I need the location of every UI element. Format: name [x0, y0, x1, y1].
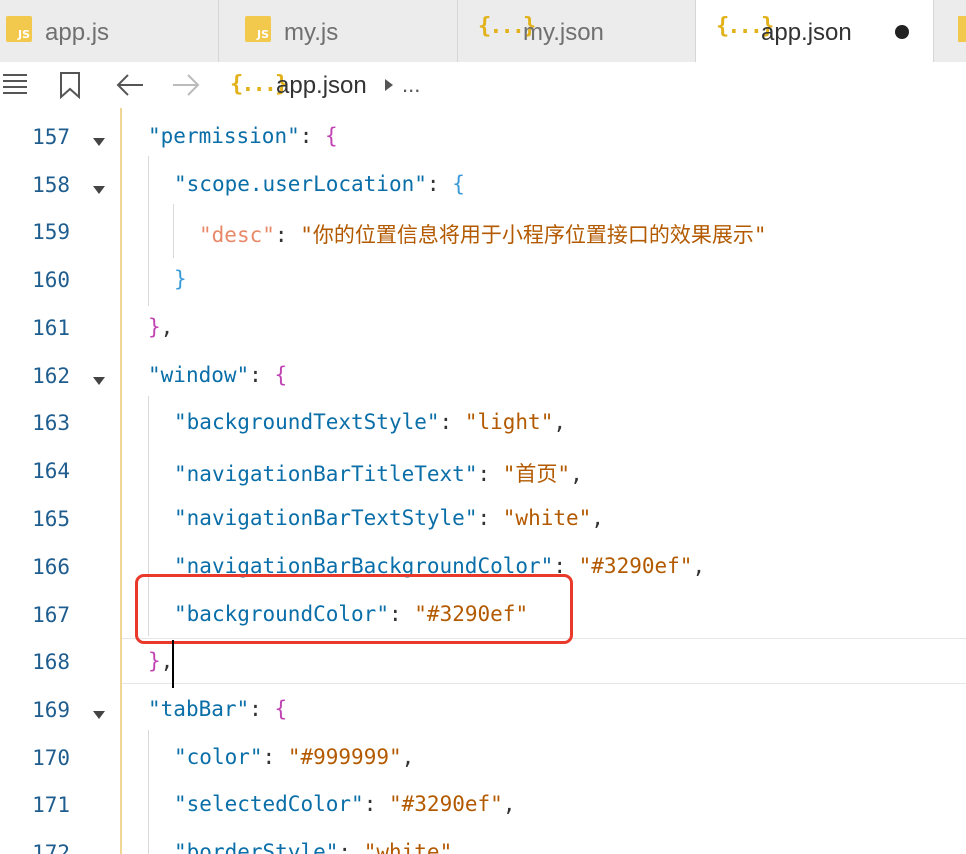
overflow-tab-file-icon[interactable] — [958, 16, 966, 42]
tab-label: my.json — [523, 19, 604, 46]
line-number: 167 — [32, 603, 70, 627]
breadcrumb-file[interactable]: app.json — [276, 72, 367, 100]
tab-my-json[interactable]: {...} my.json — [458, 0, 696, 62]
code-line: 163 "backgroundTextStyle": "light", — [0, 399, 966, 447]
tab-label: app.json — [761, 19, 852, 46]
code-line: 161 }, — [0, 304, 966, 352]
line-number: 169 — [32, 698, 70, 722]
code-text: "window": { — [148, 363, 288, 387]
tab-my-js[interactable]: JS my.js — [219, 0, 458, 62]
breadcrumb-ellipsis[interactable]: ... — [402, 72, 420, 98]
line-number: 171 — [32, 793, 70, 817]
tab-label: my.js — [284, 19, 339, 46]
unsaved-changes-dot-icon[interactable] — [895, 25, 909, 39]
code-text: "tabBar": { — [148, 697, 288, 721]
line-number: 160 — [32, 268, 70, 292]
code-editor[interactable]: 157 "permission": { 158 "scope.userLocat… — [0, 108, 966, 854]
code-text: }, — [148, 649, 174, 673]
fold-chevron-icon[interactable] — [93, 186, 105, 194]
code-line: 160 } — [0, 256, 966, 304]
code-text: "navigationBarTextStyle": "white", — [174, 506, 604, 530]
code-line: 165 "navigationBarTextStyle": "white", — [0, 495, 966, 543]
code-text: "backgroundTextStyle": "light", — [174, 410, 567, 434]
code-line: 171 "selectedColor": "#3290ef", — [0, 781, 966, 829]
code-text: } — [174, 267, 187, 291]
line-number: 172 — [32, 841, 70, 854]
forward-arrow-icon[interactable] — [172, 74, 200, 96]
line-number: 170 — [32, 746, 70, 770]
line-number: 168 — [32, 650, 70, 674]
code-text: }, — [148, 315, 174, 339]
breadcrumb-toolbar: {...} app.json ... — [0, 62, 966, 109]
code-line: 169 "tabBar": { — [0, 686, 966, 734]
line-number: 159 — [32, 220, 70, 244]
fold-chevron-icon[interactable] — [93, 377, 105, 385]
editor-tab-bar: JS app.js JS my.js {...} my.json {...} a… — [0, 0, 966, 63]
code-line: 172 "borderStyle": "white", — [0, 829, 966, 854]
line-number: 161 — [32, 316, 70, 340]
code-text: "borderStyle": "white", — [174, 840, 465, 854]
code-line: 170 "color": "#999999", — [0, 734, 966, 782]
code-text: "color": "#999999", — [174, 745, 415, 769]
text-cursor — [172, 640, 174, 688]
fold-chevron-icon[interactable] — [93, 711, 105, 719]
annotation-highlight-box — [135, 574, 573, 644]
code-text: "desc": "你的位置信息将用于小程序位置接口的效果展示" — [199, 223, 767, 247]
line-number: 166 — [32, 555, 70, 579]
line-number: 163 — [32, 411, 70, 435]
code-line: 162 "window": { — [0, 352, 966, 400]
code-text: "navigationBarTitleText": "首页", — [174, 462, 583, 486]
line-number: 165 — [32, 507, 70, 531]
back-arrow-icon[interactable] — [116, 74, 144, 96]
breadcrumb-chevron-icon — [385, 79, 393, 91]
tab-app-js[interactable]: JS app.js — [0, 0, 219, 62]
line-number: 158 — [32, 173, 70, 197]
code-line: 164 "navigationBarTitleText": "首页", — [0, 447, 966, 495]
code-text: "scope.userLocation": { — [174, 172, 465, 196]
code-line: 158 "scope.userLocation": { — [0, 161, 966, 209]
fold-chevron-icon[interactable] — [93, 138, 105, 146]
js-file-icon: JS — [6, 16, 32, 42]
tab-app-json[interactable]: {...} app.json — [696, 0, 934, 63]
code-line: 157 "permission": { — [0, 113, 966, 161]
js-file-icon: JS — [245, 16, 271, 42]
code-line: 159 "desc": "你的位置信息将用于小程序位置接口的效果展示" — [0, 208, 966, 256]
bookmark-icon[interactable] — [59, 71, 83, 99]
code-text: "selectedColor": "#3290ef", — [174, 792, 516, 816]
code-line: 168 }, — [0, 638, 966, 686]
line-number: 157 — [32, 125, 70, 149]
tab-label: app.js — [45, 19, 110, 46]
code-text: "permission": { — [148, 124, 338, 148]
line-number: 164 — [32, 459, 70, 483]
menu-list-icon[interactable] — [2, 73, 28, 95]
line-number: 162 — [32, 364, 70, 388]
